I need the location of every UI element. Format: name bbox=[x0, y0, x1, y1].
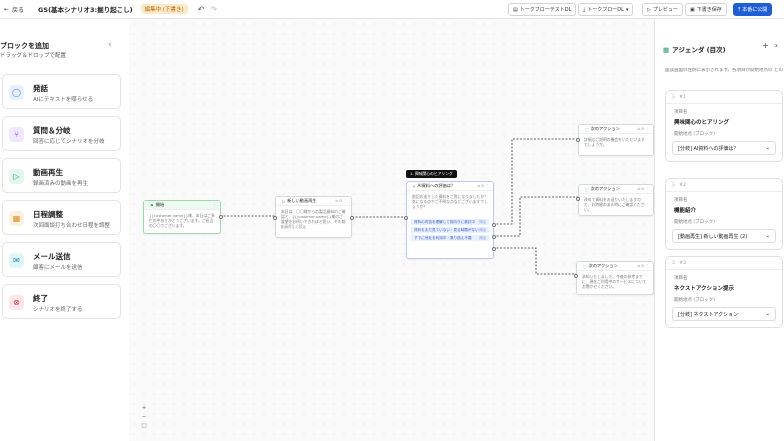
start-block-label: 開始地点 (ブロック) bbox=[674, 298, 715, 303]
node-body: 本日は、〇〇様からの製品資料のご確認と、{{customer.name}}様のご… bbox=[281, 209, 346, 225]
node-action-1[interactable]: ◌ 次のアクション ⧉ ⚙ ⋮ 詳細なご説明の機会をいただけますでしょうか。 bbox=[576, 124, 654, 156]
agenda-actions: + › bbox=[762, 41, 778, 50]
start-block-select[interactable]: [分岐] AI資料への評価は？ ⌄ bbox=[672, 141, 776, 155]
node-actions-icon[interactable]: ⧉ ⚙ ⋮ bbox=[637, 127, 649, 131]
chevron-right-icon[interactable]: › bbox=[775, 41, 778, 50]
node-title: 開始 bbox=[155, 202, 165, 207]
drag-handle-icon[interactable]: ⠿ bbox=[672, 95, 675, 100]
item-name-value[interactable]: 興味関心のヒアリング bbox=[674, 118, 782, 126]
node-actions-icon[interactable]: ⧉ ⚙ ⋮ bbox=[637, 264, 649, 268]
output-port[interactable] bbox=[492, 235, 496, 239]
branch-icon: ⑂ bbox=[413, 183, 416, 189]
input-port[interactable] bbox=[576, 138, 580, 142]
chevron-down-icon: ⌄ bbox=[765, 311, 770, 317]
input-port[interactable] bbox=[576, 197, 580, 201]
agenda-item[interactable]: ⠿ #3 項目名ネクストアクション提示 開始地点 (ブロック) [分岐] ネクストアクシ… bbox=[665, 256, 783, 328]
agenda-number: #2 bbox=[679, 182, 686, 188]
node-start[interactable]: ⚑ 開始 ⋮ {{customer.name}}様、本日はご多忙の中ありがとうござ… bbox=[143, 200, 223, 234]
play-icon: ▷ bbox=[282, 198, 286, 204]
node-question[interactable]: ⑂ AI資料への評価は？ ⧉ ⚙ ⋮ 前回お送りした資料をご覧になりましたか？ 気… bbox=[404, 181, 496, 259]
node-video[interactable]: ▷ 新しい動画再生 ⧉ ⚙ ⋮ 本日は、〇〇様からの製品資料のご確認と、{{cus… bbox=[273, 196, 354, 238]
item-name-label: 項目名 bbox=[674, 110, 688, 115]
node-actions-icon[interactable]: ⧉ ⚙ ⋮ bbox=[637, 187, 649, 191]
node-action-3[interactable]: ◌ 次のアクション ⧉ ⚙ ⋮ 承知いたしました。今後の参考までに、現在ご利用中の… bbox=[574, 261, 654, 295]
agenda-item[interactable]: ⠿ #1 項目名興味関心のヒアリング 開始地点 (ブロック) [分岐] AI資料への評価… bbox=[665, 90, 783, 162]
item-name-label: 項目名 bbox=[674, 198, 688, 203]
node-action-2[interactable]: ◌ 次のアクション ⧉ ⚙ ⋮ 改めて資料をお送りいたしますので、お時間のある時に… bbox=[576, 184, 654, 216]
speech-bubble-icon: ◌ bbox=[585, 126, 589, 132]
more-icon[interactable]: ⋮ bbox=[212, 203, 216, 207]
input-port[interactable] bbox=[273, 216, 277, 220]
output-port[interactable] bbox=[492, 247, 496, 251]
speech-bubble-icon: ◌ bbox=[583, 263, 587, 269]
item-name-label: 項目名 bbox=[674, 276, 688, 281]
start-block-select[interactable]: [動画再生] 新しい動画再生 (2) ⌄ bbox=[672, 229, 776, 243]
edge-option3-action3 bbox=[493, 247, 578, 275]
node-body: 承知いたしました。今後の参考までに、現在ご利用中のサービスについてお聞かせくださ… bbox=[582, 274, 647, 290]
agenda-number: #1 bbox=[679, 94, 686, 100]
branch-option[interactable]: 資料の内容を理解して前向きに検討中 発話 bbox=[411, 219, 489, 225]
node-title: 次のアクション bbox=[590, 126, 620, 131]
agenda-item[interactable]: ⠿ #2 項目名機能紹介開始地点 (ブロック) [動画再生] 新しい動画再生 (2) ⌄ bbox=[665, 178, 783, 250]
fit-view-button[interactable]: □ bbox=[140, 422, 148, 431]
node-actions-icon[interactable]: ⧉ ⚙ ⋮ bbox=[335, 199, 347, 203]
output-port[interactable] bbox=[350, 216, 354, 220]
edge-option1-action1 bbox=[493, 138, 580, 225]
speech-bubble-icon: ◌ bbox=[585, 186, 589, 192]
node-title: 次のアクション bbox=[588, 263, 618, 268]
node-body: 前回お送りした資料をご覧になりましたか？ 気になる点やご不明な点などございますで… bbox=[412, 194, 488, 210]
chevron-down-icon: ⌄ bbox=[765, 145, 770, 151]
zoom-out-button[interactable]: − bbox=[140, 413, 148, 422]
item-name-value[interactable]: 機能紹介 bbox=[674, 206, 782, 214]
output-port[interactable] bbox=[492, 223, 496, 227]
start-block-select[interactable]: [分岐] ネクストアクション ⌄ bbox=[672, 307, 776, 321]
drag-handle-icon[interactable]: ⠿ bbox=[672, 183, 675, 188]
node-body: 詳細なご説明の機会をいただけますでしょうか。 bbox=[584, 137, 645, 148]
node-title: 新しい動画再生 bbox=[287, 198, 317, 203]
output-port[interactable] bbox=[219, 215, 223, 219]
zoom-controls: + − □ bbox=[140, 404, 148, 431]
agenda-number: #3 bbox=[679, 260, 686, 266]
node-body: 改めて資料をお送りいたしますので、お時間のある時にご確認ください。 bbox=[584, 197, 645, 213]
node-body: {{customer.name}}様、本日はご多忙の中ありがとうございます。ご担… bbox=[149, 213, 215, 229]
node-title: AI資料への評価は？ bbox=[417, 183, 456, 188]
zoom-in-button[interactable]: + bbox=[140, 404, 148, 413]
branch-option[interactable]: 資料をまだ見ていない・見る時間がない 発話 bbox=[411, 227, 489, 233]
start-block-label: 開始地点 (ブロック) bbox=[674, 132, 715, 137]
start-block-label: 開始地点 (ブロック) bbox=[674, 220, 715, 225]
input-port[interactable] bbox=[404, 216, 408, 220]
item-name-value[interactable]: ネクストアクション提示 bbox=[674, 284, 782, 292]
add-icon[interactable]: + bbox=[762, 41, 769, 50]
node-tag: 動画再生の設定 bbox=[281, 225, 307, 229]
flag-icon: ⚑ bbox=[150, 202, 154, 208]
agenda-description: 面談画面の左側に表示されます。各項目が開始地点の どのブロックを選んでください。 bbox=[665, 68, 783, 73]
agenda-panel: ▦ アジェンダ (目次) + › 面談画面の左側に表示されます。各項目が開始地点の … bbox=[654, 19, 784, 441]
drag-handle-icon[interactable]: ⠿ bbox=[672, 261, 675, 266]
chevron-down-icon: ⌄ bbox=[765, 233, 770, 239]
branch-option[interactable]: すでに他社を利用中・乗り換え不要 発話 bbox=[411, 235, 489, 241]
agenda-tooltip: 1. 興味関心のヒアリング bbox=[406, 170, 457, 178]
agenda-title: ▦ アジェンダ (目次) bbox=[663, 46, 726, 54]
map-icon: ▦ bbox=[663, 46, 670, 54]
input-port[interactable] bbox=[574, 274, 578, 278]
node-title: 次のアクション bbox=[590, 186, 620, 191]
node-actions-icon[interactable]: ⧉ ⚙ ⋮ bbox=[477, 184, 489, 188]
edge-option2-action2 bbox=[493, 196, 580, 237]
